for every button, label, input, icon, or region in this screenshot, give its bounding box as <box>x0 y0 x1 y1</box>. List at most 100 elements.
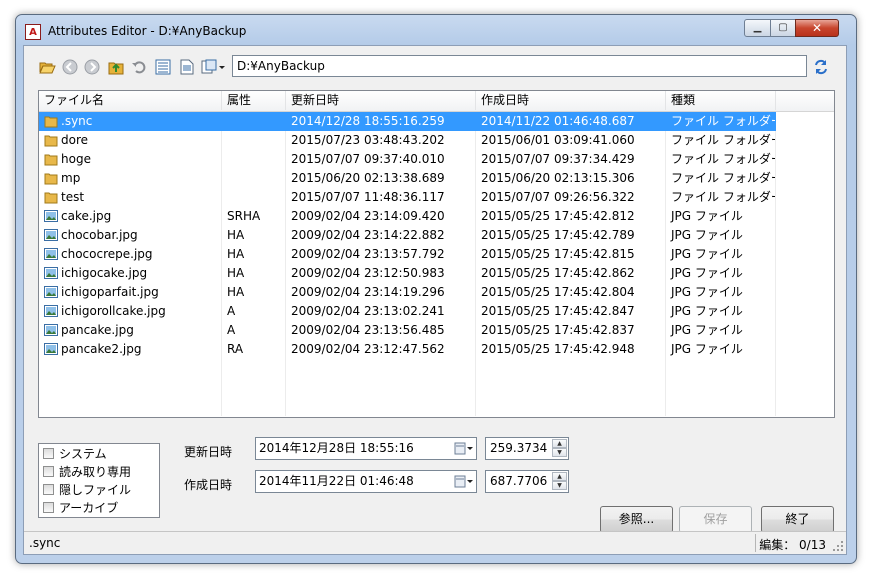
column-header-name[interactable]: ファイル名 <box>39 91 222 110</box>
status-separator <box>755 534 756 552</box>
exit-button[interactable]: 終了 <box>761 506 834 533</box>
cell-modified: 2009/02/04 23:14:22.882 <box>286 226 476 245</box>
save-button[interactable]: 保存 <box>679 506 752 533</box>
modified-ms-spinner[interactable]: 259.3734 ▲ ▼ <box>485 437 569 460</box>
calendar-dropdown-icon[interactable] <box>454 441 474 456</box>
file-list[interactable]: ファイル名 属性 更新日時 作成日時 種類 .sync 2014/12/28 18… <box>38 90 835 418</box>
cell-created: 2015/05/25 17:45:42.804 <box>476 283 666 302</box>
cell-name: pancake.jpg <box>39 321 222 340</box>
app-icon[interactable]: A <box>25 24 41 40</box>
file-name: cake.jpg <box>61 209 112 223</box>
cell-created: 2014/11/22 01:46:48.687 <box>476 112 666 131</box>
empty-cell <box>222 378 286 397</box>
cell-attr: SRHA <box>222 207 286 226</box>
properties-icon[interactable] <box>178 58 196 76</box>
calendar-dropdown-icon[interactable] <box>454 474 474 489</box>
file-name: .sync <box>61 114 93 128</box>
column-header-attr[interactable]: 属性 <box>222 91 286 110</box>
modified-datetime-picker[interactable]: 2014年12月28日 18:55:16 <box>255 437 477 460</box>
table-row[interactable]: mp 2015/06/20 02:13:38.689 2015/06/20 02:1… <box>39 169 834 188</box>
path-input[interactable] <box>232 55 807 77</box>
empty-cell <box>286 359 476 378</box>
open-folder-icon[interactable] <box>38 58 56 76</box>
empty-cell <box>666 359 776 378</box>
attribute-checkbox-group: システム 読み取り専用 隠しファイル アーカイブ <box>38 443 160 518</box>
file-name: dore <box>61 133 89 147</box>
spin-down-icon[interactable]: ▼ <box>552 448 567 457</box>
cell-modified: 2009/02/04 23:12:47.562 <box>286 340 476 359</box>
copy-menu-icon[interactable] <box>200 58 226 76</box>
back-icon[interactable] <box>61 58 79 76</box>
undo-icon[interactable] <box>130 58 148 76</box>
checkbox-label: システム <box>59 447 107 461</box>
empty-cell <box>666 397 776 416</box>
created-ms-spinner[interactable]: 687.7706 ▲ ▼ <box>485 470 569 493</box>
checkbox-label: 隠しファイル <box>59 483 132 497</box>
cell-created: 2015/05/25 17:45:42.815 <box>476 245 666 264</box>
app-window: A Attributes Editor - D:¥AnyBackup ▁ ▢ ✕ <box>15 14 857 564</box>
empty-cell <box>476 378 666 397</box>
created-ms-value: 687.7706 <box>490 474 548 488</box>
folder-icon <box>44 152 58 166</box>
close-window-button[interactable]: ✕ <box>795 19 839 37</box>
list-view-icon[interactable] <box>154 58 172 76</box>
file-name: pancake.jpg <box>61 323 134 337</box>
table-row[interactable]: pancake2.jpg RA 2009/02/04 23:12:47.562 201… <box>39 340 834 359</box>
checkbox-label: 読み取り専用 <box>59 465 132 479</box>
empty-cell <box>286 397 476 416</box>
table-row[interactable]: pancake.jpg A 2009/02/04 23:13:56.485 2015/… <box>39 321 834 340</box>
table-row[interactable]: .sync 2014/12/28 18:55:16.259 2014/11/22 0… <box>39 112 834 131</box>
cell-type: JPG ファイル <box>666 245 776 264</box>
forward-icon[interactable] <box>83 58 101 76</box>
cell-attr <box>222 112 286 131</box>
list-body: .sync 2014/12/28 18:55:16.259 2014/11/22 0… <box>39 112 834 417</box>
maximize-button[interactable]: ▢ <box>770 19 796 37</box>
created-datetime-picker[interactable]: 2014年11月22日 01:46:48 <box>255 470 477 493</box>
table-row[interactable]: chocobar.jpg HA 2009/02/04 23:14:22.882 201… <box>39 226 834 245</box>
refresh-icon[interactable] <box>812 58 830 76</box>
image-file-icon <box>44 323 58 337</box>
cell-name: test <box>39 188 222 207</box>
table-row[interactable]: hoge 2015/07/07 09:37:40.010 2015/07/07 09… <box>39 150 834 169</box>
column-header-type[interactable]: 種類 <box>666 91 776 110</box>
title-bar[interactable]: A Attributes Editor - D:¥AnyBackup ▁ ▢ ✕ <box>16 15 856 45</box>
column-header-created[interactable]: 作成日時 <box>476 91 666 110</box>
parent-folder-icon[interactable] <box>107 58 125 76</box>
cell-modified: 2015/06/20 02:13:38.689 <box>286 169 476 188</box>
file-name: test <box>61 190 85 204</box>
window-title: Attributes Editor - D:¥AnyBackup <box>48 24 247 38</box>
list-header: ファイル名 属性 更新日時 作成日時 種類 <box>39 91 834 112</box>
table-row[interactable]: dore 2015/07/23 03:48:43.202 2015/06/01 03… <box>39 131 834 150</box>
folder-icon <box>44 114 58 128</box>
file-name: ichigorollcake.jpg <box>61 304 166 318</box>
cell-type: JPG ファイル <box>666 283 776 302</box>
table-row[interactable]: ichigorollcake.jpg A 2009/02/04 23:13:02.2… <box>39 302 834 321</box>
cell-name: pancake2.jpg <box>39 340 222 359</box>
column-header-modified[interactable]: 更新日時 <box>286 91 476 110</box>
hidden-checkbox[interactable]: 隠しファイル <box>43 481 131 498</box>
status-edit-count: 編集： 0/13 <box>759 538 826 552</box>
cell-attr: HA <box>222 226 286 245</box>
empty-cell <box>476 359 666 378</box>
status-bar: .sync 編集： 0/13 <box>24 531 846 554</box>
archive-checkbox[interactable]: アーカイブ <box>43 499 118 516</box>
browse-button[interactable]: 参照... <box>600 506 673 533</box>
cell-modified: 2009/02/04 23:12:50.983 <box>286 264 476 283</box>
table-row[interactable]: ichigocake.jpg HA 2009/02/04 23:12:50.983 2… <box>39 264 834 283</box>
cell-attr <box>222 169 286 188</box>
toolbar <box>24 46 846 82</box>
table-row[interactable]: cake.jpg SRHA 2009/02/04 23:14:09.420 2015/… <box>39 207 834 226</box>
resize-grip-icon[interactable] <box>832 540 844 552</box>
cell-name: dore <box>39 131 222 150</box>
spin-down-icon[interactable]: ▼ <box>552 481 567 490</box>
spin-up-icon[interactable]: ▲ <box>552 439 567 448</box>
empty-cell <box>39 378 222 397</box>
system-checkbox[interactable]: システム <box>43 445 107 462</box>
cell-attr: HA <box>222 245 286 264</box>
table-row[interactable]: ichigoparfait.jpg HA 2009/02/04 23:14:19.2… <box>39 283 834 302</box>
minimize-button[interactable]: ▁ <box>744 19 771 37</box>
table-row[interactable]: chococrepe.jpg HA 2009/02/04 23:13:57.792 2… <box>39 245 834 264</box>
readonly-checkbox[interactable]: 読み取り専用 <box>43 463 131 480</box>
spin-up-icon[interactable]: ▲ <box>552 472 567 481</box>
table-row[interactable]: test 2015/07/07 11:48:36.117 2015/07/07 09… <box>39 188 834 207</box>
